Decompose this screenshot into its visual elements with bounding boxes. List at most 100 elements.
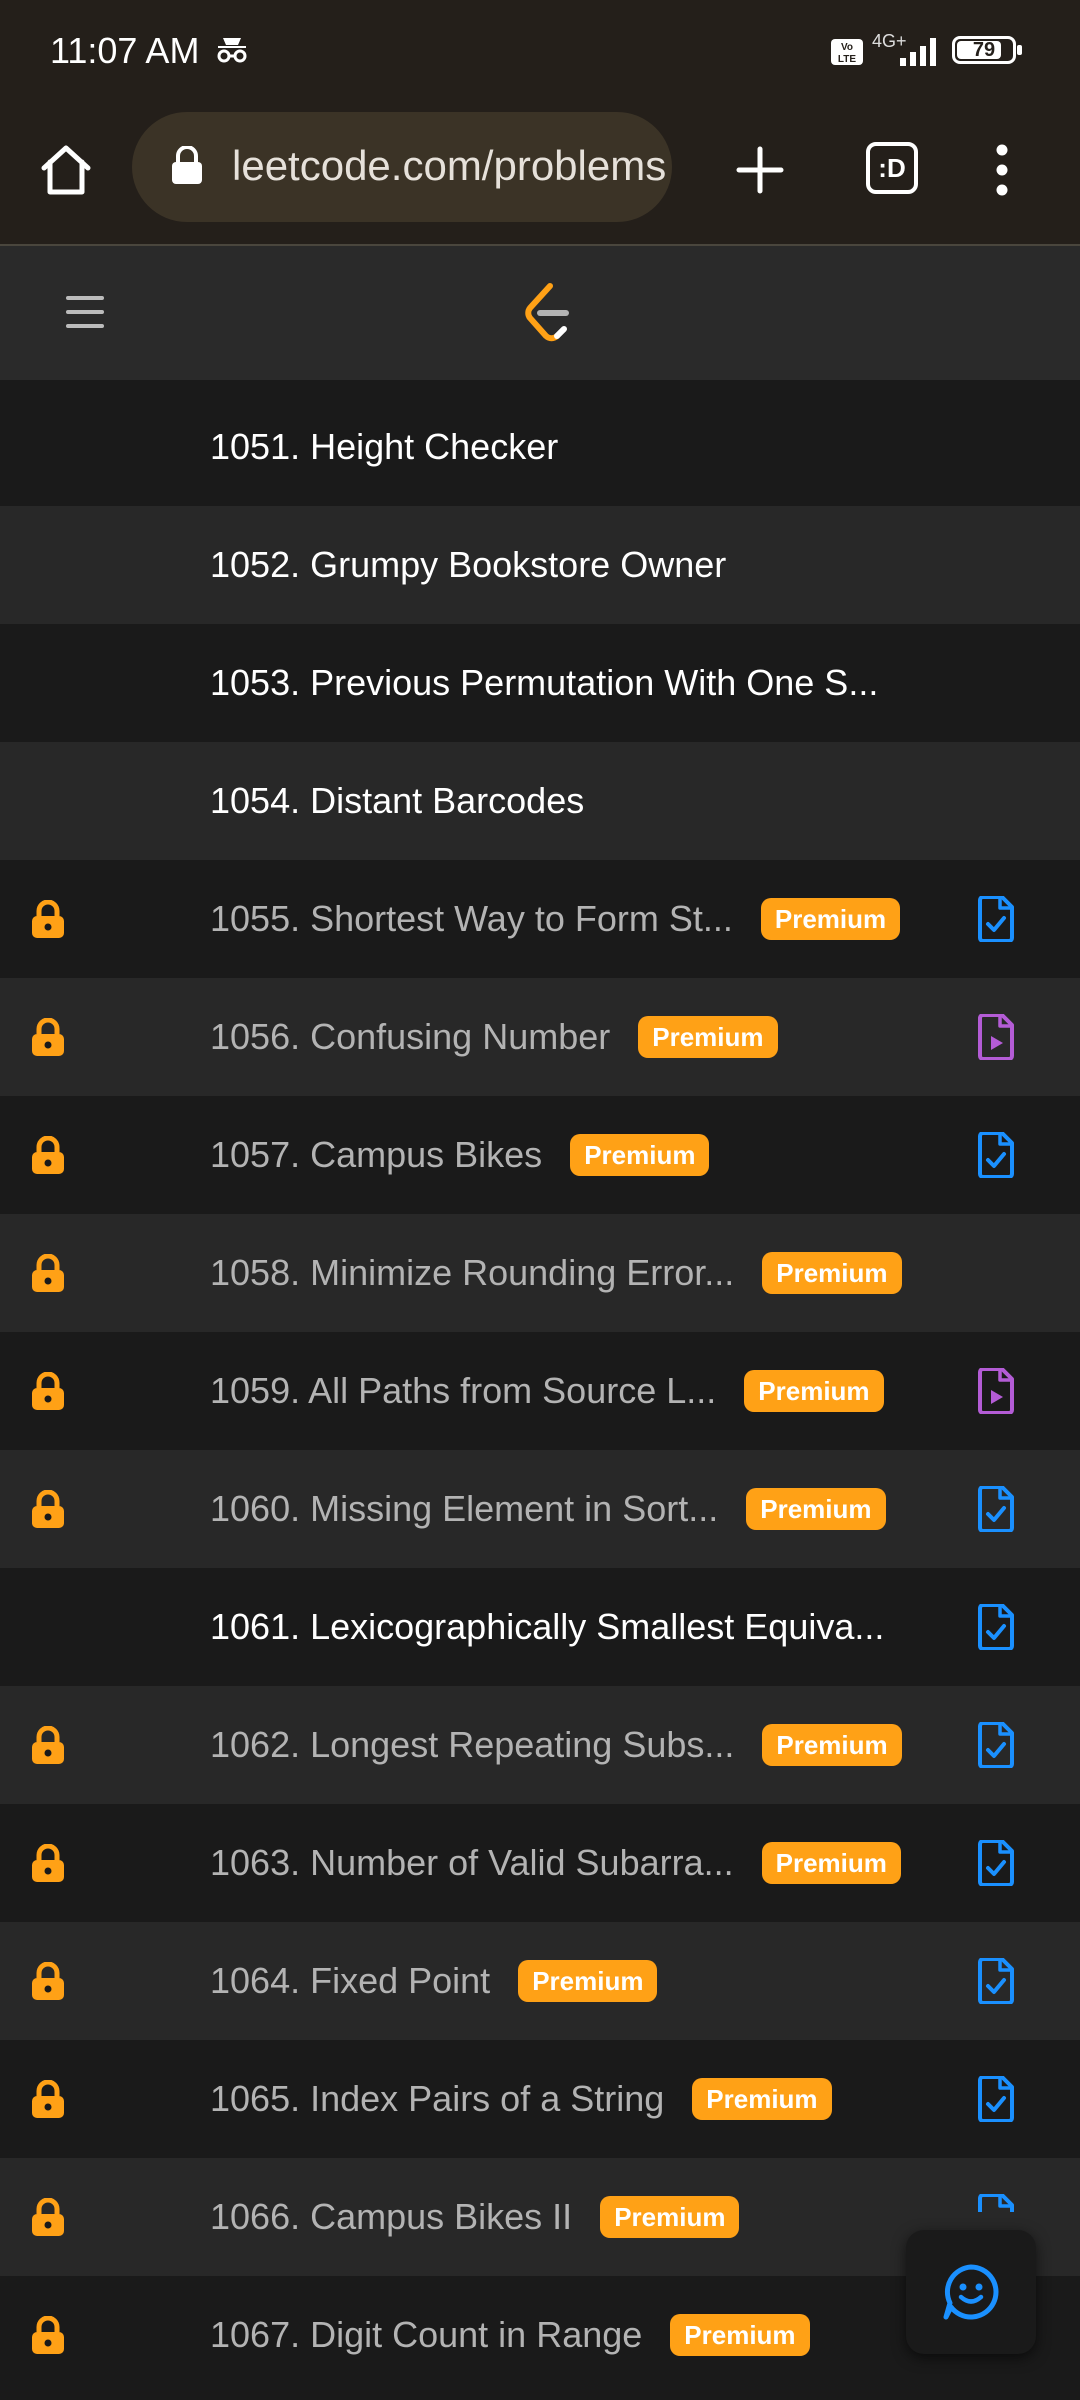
article-check-icon[interactable] — [976, 1957, 1016, 2009]
problem-row[interactable]: 1057. Campus Bikes Premium — [0, 1096, 1080, 1214]
problem-row[interactable]: 1054. Distant Barcodes — [0, 742, 1080, 860]
lock-icon — [28, 1489, 68, 1535]
problem-list: 1051. Height Checker 1052. Grumpy Booksto… — [0, 388, 1080, 2394]
article-check-icon[interactable] — [976, 1721, 1016, 1773]
address-bar[interactable]: leetcode.com/problems — [132, 112, 672, 222]
problem-title[interactable]: 1062. Longest Repeating Subs... — [210, 1724, 734, 1766]
problem-title[interactable]: 1051. Height Checker — [210, 426, 558, 468]
lock-icon — [28, 2197, 68, 2243]
overflow-menu-icon[interactable] — [996, 140, 1008, 200]
problem-title[interactable]: 1067. Digit Count in Range — [210, 2314, 642, 2356]
lock-icon — [28, 1253, 68, 1299]
problem-row[interactable]: 1058. Minimize Rounding Error... Premium — [0, 1214, 1080, 1332]
premium-badge: Premium — [570, 1134, 710, 1176]
signal-icon — [898, 34, 942, 71]
premium-badge: Premium — [746, 1488, 886, 1530]
lock-icon — [28, 2079, 68, 2125]
problem-row[interactable]: 1064. Fixed Point Premium — [0, 1922, 1080, 2040]
problem-title[interactable]: 1052. Grumpy Bookstore Owner — [210, 544, 726, 586]
problem-row[interactable]: 1056. Confusing Number Premium — [0, 978, 1080, 1096]
problem-title[interactable]: 1057. Campus Bikes — [210, 1134, 542, 1176]
problem-title-wrap: 1057. Campus Bikes Premium — [210, 1096, 710, 1214]
lock-icon — [28, 1017, 68, 1063]
problem-row[interactable]: 1060. Missing Element in Sort... Premium — [0, 1450, 1080, 1568]
problem-row[interactable]: 1055. Shortest Way to Form St... Premium — [0, 860, 1080, 978]
problem-title[interactable]: 1063. Number of Valid Subarra... — [210, 1842, 734, 1884]
problem-title-wrap: 1054. Distant Barcodes — [210, 742, 584, 860]
lock-icon — [28, 1135, 68, 1181]
tab-switcher-button[interactable]: :D — [866, 142, 918, 194]
problem-title[interactable]: 1064. Fixed Point — [210, 1960, 490, 2002]
problem-title-wrap: 1056. Confusing Number Premium — [210, 978, 778, 1096]
problem-row[interactable]: 1053. Previous Permutation With One S... — [0, 624, 1080, 742]
video-file-icon[interactable] — [976, 1013, 1016, 1065]
lock-icon — [28, 1725, 68, 1771]
article-check-icon[interactable] — [976, 1839, 1016, 1891]
problem-title[interactable]: 1061. Lexicographically Smallest Equiva.… — [210, 1606, 884, 1648]
video-file-icon[interactable] — [976, 1367, 1016, 1419]
problem-title-wrap: 1063. Number of Valid Subarra... Premium — [210, 1804, 901, 1922]
svg-text:LTE: LTE — [838, 54, 856, 65]
premium-badge: Premium — [692, 2078, 832, 2120]
problem-title[interactable]: 1059. All Paths from Source L... — [210, 1370, 716, 1412]
problem-title-wrap: 1065. Index Pairs of a String Premium — [210, 2040, 832, 2158]
article-check-icon[interactable] — [976, 895, 1016, 947]
problem-row[interactable]: 1065. Index Pairs of a String Premium — [0, 2040, 1080, 2158]
problem-title[interactable]: 1066. Campus Bikes II — [210, 2196, 572, 2238]
premium-badge: Premium — [760, 898, 901, 940]
problem-title[interactable]: 1058. Minimize Rounding Error... — [210, 1252, 734, 1294]
browser-toolbar: leetcode.com/problems :D — [0, 100, 1080, 246]
problem-title-wrap: 1061. Lexicographically Smallest Equiva.… — [210, 1568, 884, 1686]
article-check-icon[interactable] — [976, 2193, 1016, 2241]
premium-badge: Premium — [761, 1842, 901, 1884]
problem-title[interactable]: 1056. Confusing Number — [210, 1016, 610, 1058]
problem-title-wrap: 1066. Campus Bikes II Premium — [210, 2158, 740, 2276]
leetcode-logo[interactable] — [518, 280, 574, 344]
lock-icon — [28, 1371, 68, 1417]
home-icon[interactable] — [36, 140, 96, 200]
problem-title-wrap: 1064. Fixed Point Premium — [210, 1922, 658, 2040]
article-check-icon[interactable] — [976, 1131, 1016, 1183]
problem-row[interactable]: 1063. Number of Valid Subarra... Premium — [0, 1804, 1080, 1922]
status-bar: 11:07 AM Vo LTE 4G+ 79 — [0, 0, 1080, 100]
status-time: 11:07 AM — [50, 30, 200, 71]
problem-title-wrap: 1059. All Paths from Source L... Premium — [210, 1332, 884, 1450]
premium-badge: Premium — [638, 1016, 778, 1058]
problem-row[interactable]: 1052. Grumpy Bookstore Owner — [0, 506, 1080, 624]
premium-badge: Premium — [670, 2314, 810, 2356]
premium-badge: Premium — [518, 1960, 658, 2002]
premium-badge: Premium — [762, 1724, 902, 1766]
secure-lock-icon — [170, 145, 204, 191]
article-check-icon[interactable] — [976, 2075, 1016, 2127]
problem-title-wrap: 1052. Grumpy Bookstore Owner — [210, 506, 726, 624]
premium-badge: Premium — [744, 1370, 884, 1412]
battery-level: 79 — [972, 39, 996, 61]
hamburger-menu-icon[interactable] — [66, 294, 104, 330]
problem-row[interactable]: 1061. Lexicographically Smallest Equiva.… — [0, 1568, 1080, 1686]
chat-button[interactable] — [906, 2230, 1036, 2354]
problem-title-wrap: 1058. Minimize Rounding Error... Premium — [210, 1214, 902, 1332]
problem-title-wrap: 1062. Longest Repeating Subs... Premium — [210, 1686, 902, 1804]
problem-title-wrap: 1067. Digit Count in Range Premium — [210, 2276, 810, 2394]
problem-title[interactable]: 1060. Missing Element in Sort... — [210, 1488, 718, 1530]
problem-title-wrap: 1051. Height Checker — [210, 388, 558, 506]
lock-icon — [28, 1843, 68, 1889]
svg-text:Vo: Vo — [841, 42, 853, 53]
problem-title[interactable]: 1055. Shortest Way to Form St... — [210, 898, 733, 940]
problem-row[interactable]: 1051. Height Checker — [0, 388, 1080, 506]
problem-title[interactable]: 1065. Index Pairs of a String — [210, 2078, 664, 2120]
problem-row[interactable]: 1062. Longest Repeating Subs... Premium — [0, 1686, 1080, 1804]
article-check-icon[interactable] — [976, 1485, 1016, 1537]
battery-icon: 79 — [952, 36, 1022, 64]
premium-badge: Premium — [762, 1252, 902, 1294]
problem-title[interactable]: 1053. Previous Permutation With One S... — [210, 662, 878, 704]
problem-row[interactable]: 1059. All Paths from Source L... Premium — [0, 1332, 1080, 1450]
new-tab-icon[interactable] — [735, 145, 785, 195]
premium-badge: Premium — [600, 2196, 740, 2238]
url-text: leetcode.com/problems — [232, 142, 667, 189]
problem-title-wrap: 1060. Missing Element in Sort... Premium — [210, 1450, 886, 1568]
incognito-icon — [214, 34, 250, 69]
article-check-icon[interactable] — [976, 1603, 1016, 1655]
lock-icon — [28, 899, 68, 945]
problem-title[interactable]: 1054. Distant Barcodes — [210, 780, 584, 822]
